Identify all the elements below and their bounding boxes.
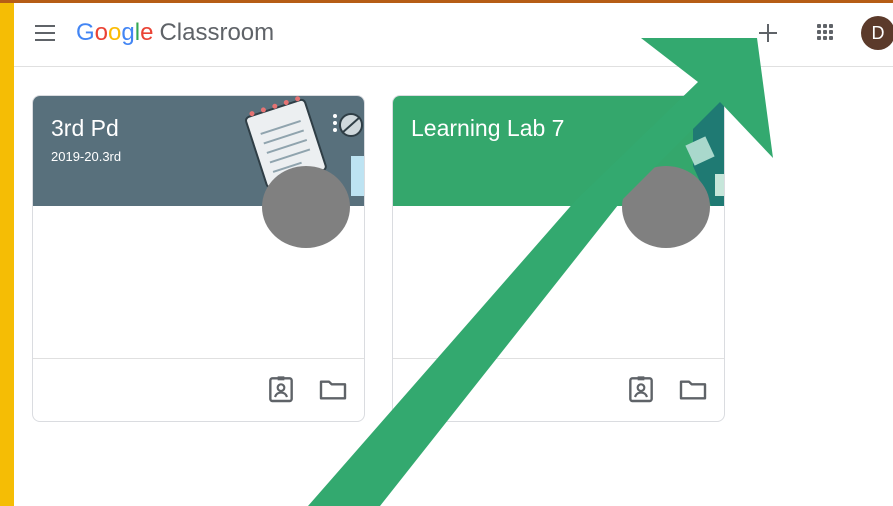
class-card-footer — [393, 358, 724, 421]
frame-left-border — [0, 0, 14, 506]
assignment-portrait-icon[interactable] — [625, 373, 657, 405]
class-card[interactable]: 3rd Pd 2019-20.3rd — [32, 95, 365, 422]
teacher-avatar — [262, 166, 350, 248]
top-app-bar: Google Classroom D — [14, 3, 893, 67]
class-title[interactable]: Learning Lab 7 — [411, 115, 564, 142]
logo-letter-o2: o — [108, 19, 122, 46]
logo-letter-o1: o — [94, 19, 109, 46]
assignment-portrait-icon[interactable] — [265, 373, 297, 405]
class-title[interactable]: 3rd Pd — [51, 115, 119, 142]
logo-letter-e: e — [140, 19, 154, 46]
apps-grid-icon[interactable] — [817, 24, 833, 40]
google-classroom-logo[interactable]: Google Classroom — [76, 17, 274, 49]
more-vert-icon[interactable] — [333, 114, 339, 134]
folder-icon[interactable] — [677, 373, 709, 405]
class-card-footer — [33, 358, 364, 421]
folder-icon[interactable] — [317, 373, 349, 405]
account-avatar[interactable]: D — [861, 16, 893, 50]
logo-letter-g2: g — [121, 19, 135, 46]
class-section: 2019-20.3rd — [51, 149, 122, 164]
create-or-join-class-plus-icon[interactable] — [754, 19, 782, 47]
product-name: Classroom — [159, 19, 275, 46]
teacher-avatar — [622, 166, 710, 248]
class-card[interactable]: Learning Lab 7 — [392, 95, 725, 422]
logo-letter-g: G — [76, 19, 95, 46]
hamburger-icon[interactable] — [35, 25, 55, 41]
